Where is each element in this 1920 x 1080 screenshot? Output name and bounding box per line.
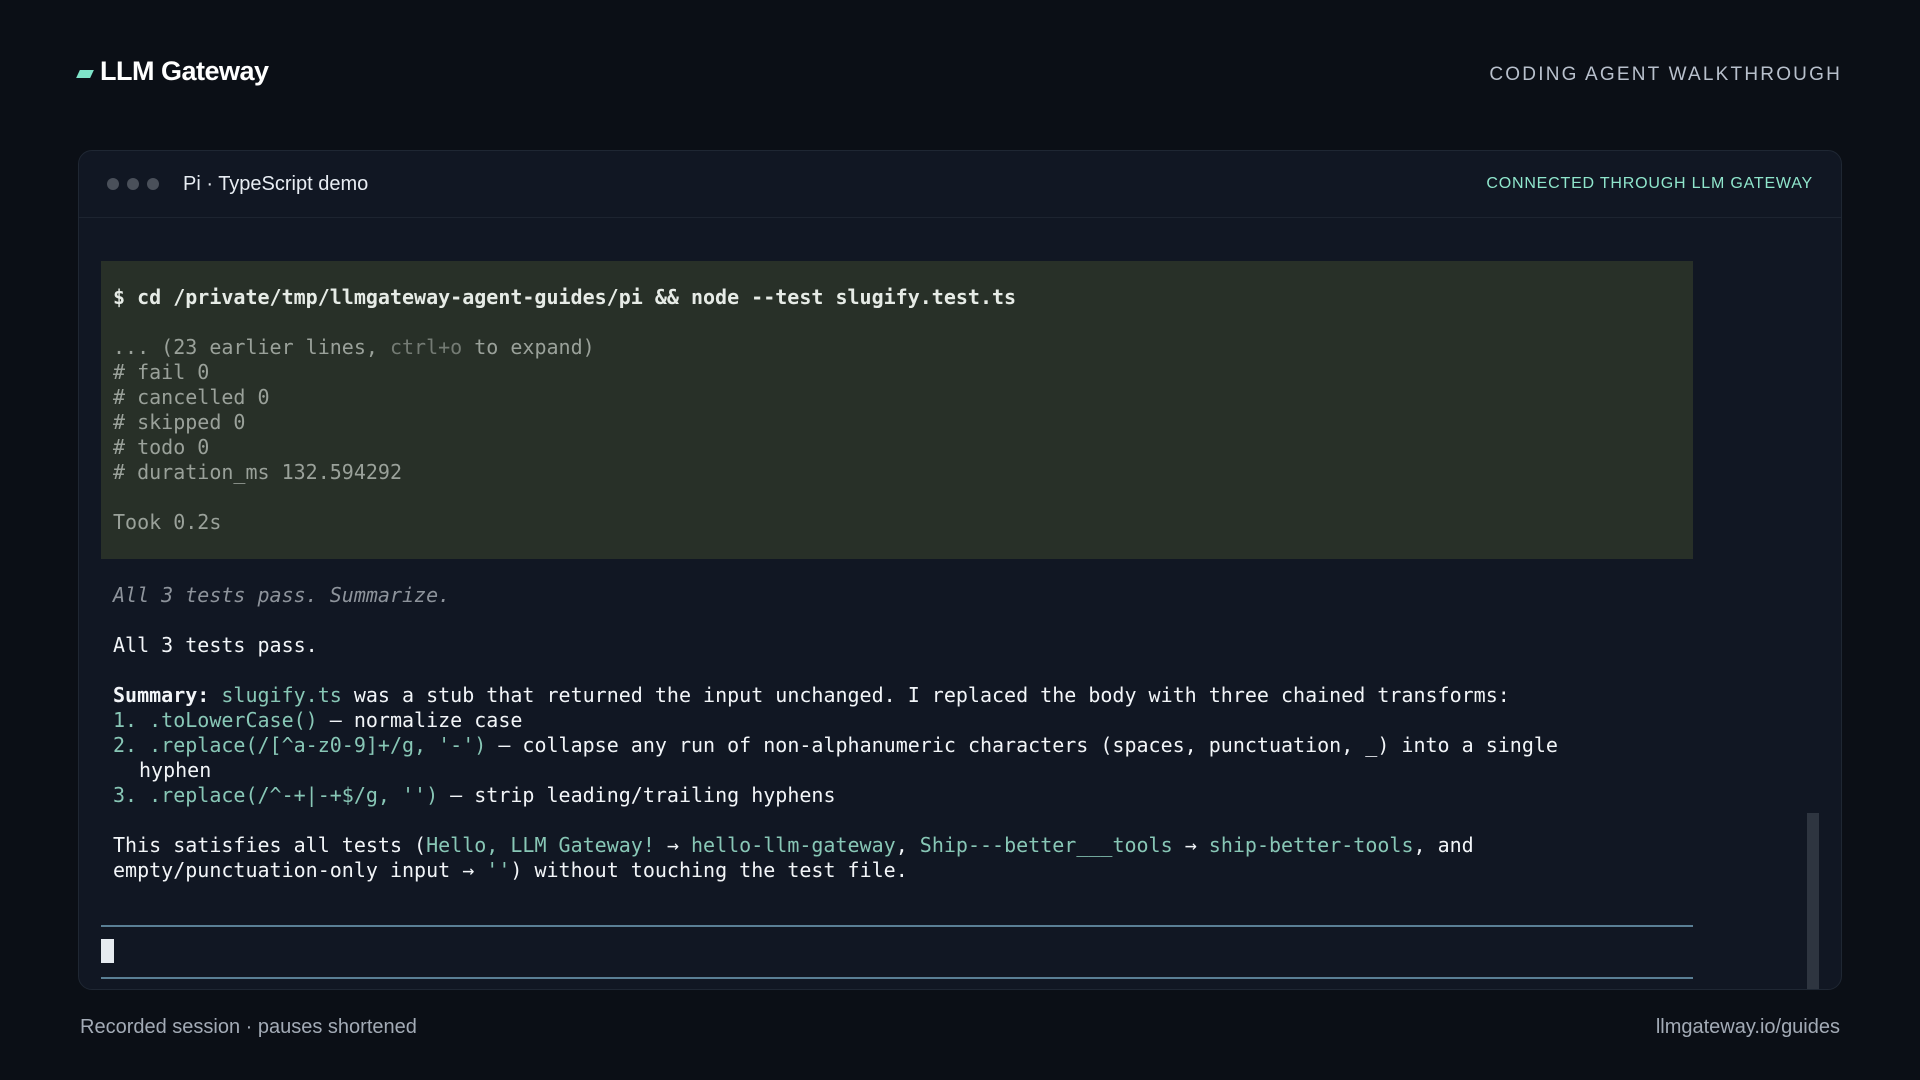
terminal-window: Pi · TypeScript demo CONNECTED THROUGH L…	[78, 150, 1842, 990]
page: LLM Gateway CODING AGENT WALKTHROUGH Pi …	[0, 0, 1920, 1080]
took-duration: Took 0.2s	[113, 510, 222, 534]
walkthrough-label: CODING AGENT WALKTHROUGH	[1489, 64, 1842, 85]
step-item: 1. .toLowerCase() — normalize case	[113, 708, 523, 732]
output-line: # duration_ms 132.594292	[113, 460, 402, 484]
command-line: $ cd /private/tmp/llmgateway-agent-guide…	[113, 285, 1017, 309]
window-dot-icon[interactable]	[127, 178, 139, 190]
window-title: Pi · TypeScript demo	[183, 172, 369, 195]
text-cursor	[101, 939, 114, 963]
footer-note: Recorded session · pauses shortened	[80, 1016, 417, 1038]
output-line: # fail 0	[113, 360, 210, 384]
agent-thinking: All 3 tests pass. Summarize.	[113, 583, 451, 607]
prompt-input[interactable]	[101, 925, 1693, 979]
response-head: All 3 tests pass.	[113, 633, 318, 657]
output-line: # todo 0	[113, 435, 210, 459]
conclusion-line: This satisfies all tests (Hello, LLM Gat…	[113, 833, 1474, 857]
conclusion-line: empty/punctuation-only input → '') witho…	[113, 858, 908, 882]
window-controls	[107, 178, 159, 190]
command-output-block: $ cd /private/tmp/llmgateway-agent-guide…	[101, 261, 1693, 559]
brand-mark-icon	[76, 69, 94, 78]
output-line: # cancelled 0	[113, 385, 270, 409]
brand-name: LLM Gateway	[100, 56, 269, 86]
output-line: # skipped 0	[113, 410, 246, 434]
window-dot-icon[interactable]	[107, 178, 119, 190]
footer-link[interactable]: llmgateway.io/guides	[1656, 1016, 1840, 1039]
connection-status: CONNECTED THROUGH LLM GATEWAY	[1486, 175, 1813, 192]
expand-shortcut[interactable]: ctrl+o	[390, 335, 462, 359]
step-item: 2. .replace(/[^a-z0-9]+/g, '-') — collap…	[113, 733, 1558, 757]
scrollbar[interactable]	[1807, 813, 1819, 989]
step-item: 3. .replace(/^-+|-+$/g, '') — strip lead…	[113, 783, 836, 807]
brand-logo: LLM Gateway	[76, 56, 269, 87]
window-titlebar: Pi · TypeScript demo CONNECTED THROUGH L…	[79, 151, 1841, 218]
terminal-content: $ cd /private/tmp/llmgateway-agent-guide…	[101, 261, 1693, 883]
file-name: slugify.ts	[221, 683, 342, 707]
earlier-lines-note: ... (23 earlier lines, ctrl+o to expand)	[113, 335, 595, 359]
step-continuation: hyphen	[139, 758, 212, 782]
window-dot-icon[interactable]	[147, 178, 159, 190]
summary-line: Summary: slugify.ts was a stub that retu…	[113, 683, 1510, 707]
